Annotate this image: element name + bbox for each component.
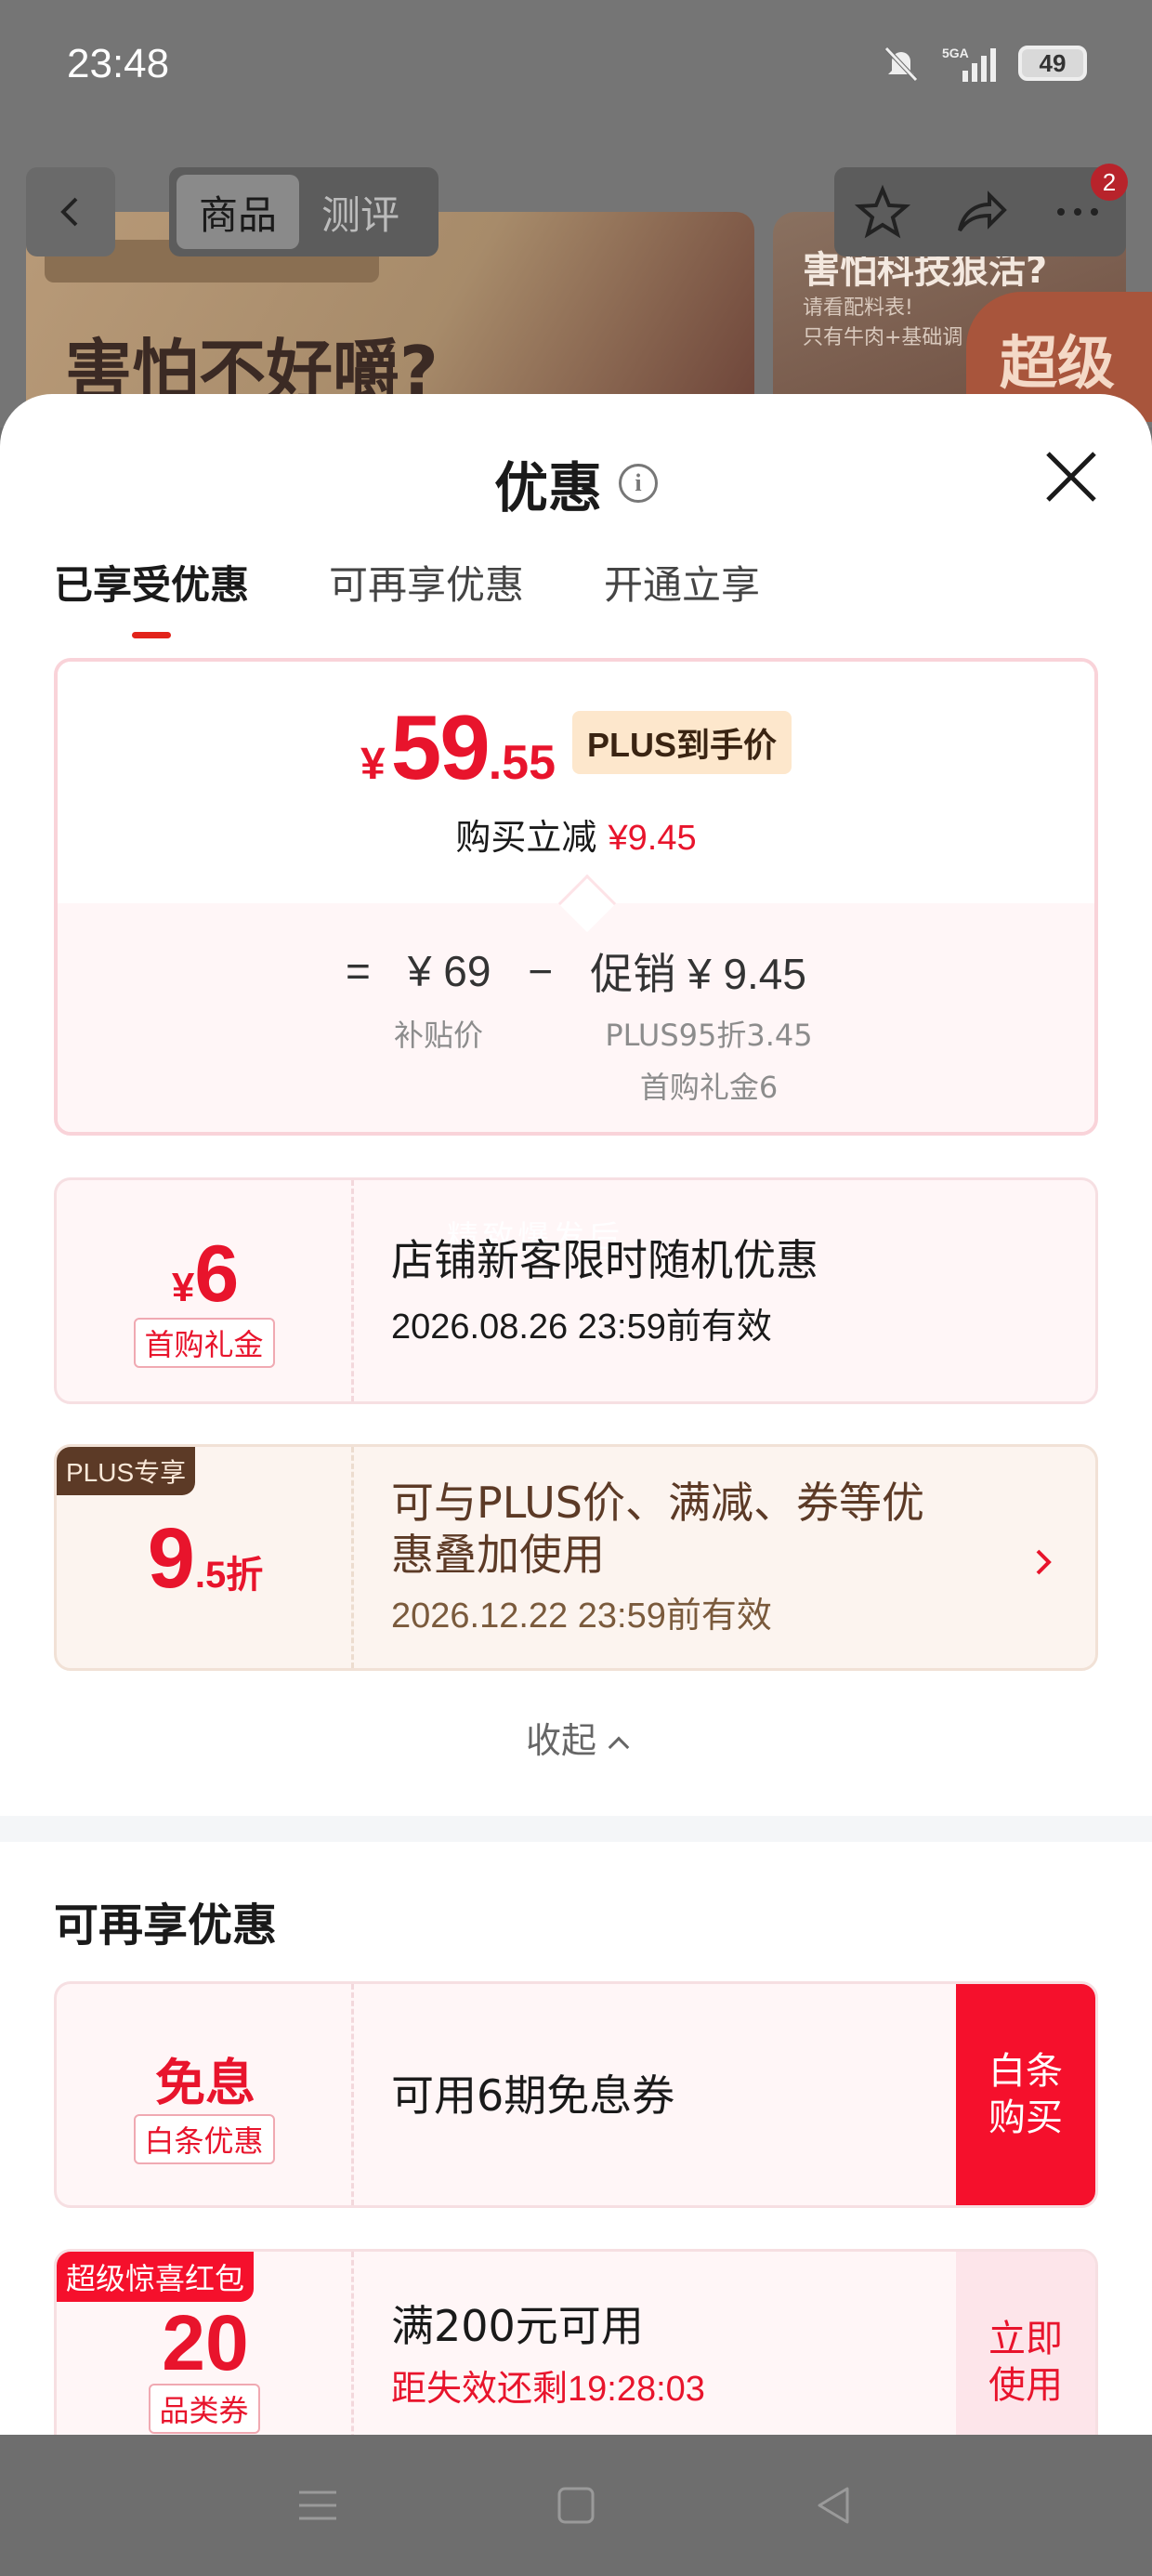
action-label: 使用 [988,2364,1063,2407]
coupon-first-purchase[interactable]: ¥6 首购礼金 精致爆发后 店铺新客限时随机优惠 2026.08.26 23:5… [54,1177,1098,1404]
battery-icon: 49 [1018,46,1087,81]
menu-icon[interactable] [295,2483,340,2528]
tab-product[interactable]: 商品 [177,175,300,249]
promo-details: PLUS95折3.45 首购礼金6 [593,1009,825,1113]
coupon-value: 免息 [155,2056,255,2111]
plus-price-tag: PLUS到手价 [572,710,792,774]
instant-discount-value: ¥9.45 [608,819,697,858]
final-price: ¥ 59 .55 PLUS到手价 [58,695,1094,800]
product-actions [834,167,1126,256]
action-label: 立即 [988,2318,1063,2360]
coupon-title: 满200元可用 [391,2301,644,2351]
coupon-right: 可与PLUS价、满减、券等优 惠叠加使用 2026.12.22 23:59前有效 [391,1447,1095,1668]
coupon-expiry: 2026.12.22 23:59前有效 [391,1597,772,1636]
base-price: ¥ 69 [407,947,491,995]
coupon-title: 店铺新客限时随机优惠 [391,1235,818,1285]
mute-bell-icon [884,46,918,82]
coupon-type: 首购礼金 [133,1318,275,1368]
promo-detail-line: 首购礼金6 [639,1070,779,1105]
coupon-left: 免息 白条优惠 [57,1984,354,2205]
currency-symbol: ¥ [360,740,386,789]
coupon-left: 9.5折 [57,1447,354,1668]
price-decimal: .55 [488,736,556,790]
banner-right-sub: 请看配料表! 只有牛肉+基础调 [803,294,962,353]
network-type: 5GA [942,46,969,60]
signal-icon: 5GA [942,46,996,82]
instant-discount: 购买立减 ¥9.45 [58,808,1094,860]
chevron-right-icon [1036,1549,1052,1575]
promo-amount: 促销 ¥ 9.45 [590,950,806,998]
equals-sign: = [346,947,371,995]
coupon-title: 可用6期免息券 [391,2070,675,2121]
chevron-up-icon [608,1736,630,1758]
coupon-type: 品类券 [148,2384,260,2434]
banner-badge-text: 超级 [1000,329,1116,397]
price-integer: 59 [390,696,491,798]
price-breakdown [58,903,1094,1132]
coupon-value: 20 [162,2299,249,2386]
product-page-background: 害怕不好嚼? 害怕科技狠活? 请看配料表! 只有牛肉+基础调 超级 23:48 … [0,0,1152,427]
coupon-title-line: 可与PLUS价、满减、券等优 [391,1478,924,1528]
sheet-title: 优惠 i [0,444,1152,522]
notification-badge: 2 [1091,164,1128,201]
close-icon[interactable] [1039,444,1104,509]
collapse-button[interactable]: 收起 [0,1712,1152,1763]
coupon-value: 6 [194,1229,240,1319]
coupon-amount: ¥6 [57,1229,354,1321]
promo-detail-line: PLUS95折3.45 [605,1018,813,1053]
use-now-button[interactable]: 立即 使用 [956,2252,1095,2435]
minus-sign: − [528,947,554,995]
home-icon[interactable] [554,2483,598,2528]
discount-number: 9 [147,1511,195,1606]
banner-right-sub-line: 只有牛肉+基础调 [803,326,963,349]
action-label: 白条 [988,2050,1063,2093]
collapse-label: 收起 [525,1720,596,1761]
coupon-right: 店铺新客限时随机优惠 2026.08.26 23:59前有效 [391,1180,1095,1401]
tab-more-discounts[interactable]: 可再享优惠 [329,554,524,611]
status-time: 23:48 [67,41,170,86]
tab-activate[interactable]: 开通立享 [604,554,760,611]
coupon-left: ¥6 首购礼金 [57,1180,354,1401]
baitiao-buy-button[interactable]: 白条 购买 [956,1984,1095,2205]
base-price-label: 补贴价 [394,1018,484,1053]
coupon-expiry: 2026.08.26 23:59前有效 [391,1308,772,1347]
chevron-left-icon [60,197,78,227]
system-nav-bar [0,2435,1152,2576]
info-icon[interactable]: i [619,464,658,503]
coupon-category[interactable]: 超级惊喜红包 20 品类券 满200元可用 距失效还剩19:28:03 立即 使… [54,2249,1098,2435]
coupon-title-line: 惠叠加使用 [391,1530,605,1580]
price-top: ¥ 59 .55 PLUS到手价 购买立减 ¥9.45 [58,662,1094,903]
star-icon[interactable] [855,184,911,240]
breakdown-formula: = ¥ 69 − 促销 ¥ 9.45 [58,940,1094,1002]
coupon-left: 20 品类券 [57,2252,354,2435]
back-button[interactable] [26,167,115,256]
coupon-amount: 9.5折 [57,1510,354,1608]
action-label: 购买 [988,2096,1063,2139]
sheet-title-text: 优惠 [493,456,602,519]
tab-enjoyed[interactable]: 已享受优惠 [54,554,249,611]
tab-review[interactable]: 测评 [299,175,422,249]
product-nav-tabs: 商品 测评 [169,167,439,256]
section-title: 可再享优惠 [54,1899,278,1952]
section-divider [0,1816,1152,1842]
discount-suffix: .5折 [194,1555,264,1596]
status-icons: 5GA 49 [881,43,1087,84]
coupon-currency: ¥ [171,1265,195,1310]
coupon-interest-free[interactable]: 免息 白条优惠 可用6期免息券 白条 购买 [54,1981,1098,2208]
instant-discount-label: 购买立减 [455,817,597,858]
status-bar: 23:48 5GA 49 [0,0,1152,139]
price-summary-card: ¥ 59 .55 PLUS到手价 购买立减 ¥9.45 = ¥ 69 − 促销 … [54,658,1098,1136]
discount-sheet: 优惠 i 已享受优惠 可再享优惠 开通立享 ¥ 59 .55 PLUS到手价 购… [0,394,1152,2435]
discount-tabs: 已享受优惠 可再享优惠 开通立享 [54,554,760,611]
back-icon[interactable] [812,2483,857,2528]
banner-right-sub-line: 请看配料表! [803,296,913,320]
coupon-title: 可与PLUS价、满减、券等优 惠叠加使用 [391,1477,924,1581]
share-icon[interactable] [952,184,1008,240]
coupon-plus-discount[interactable]: PLUS专享 9.5折 可与PLUS价、满减、券等优 惠叠加使用 2026.12… [54,1444,1098,1671]
coupon-type: 白条优惠 [133,2114,275,2164]
expiry-countdown: 距失效还剩19:28:03 [391,2370,705,2409]
